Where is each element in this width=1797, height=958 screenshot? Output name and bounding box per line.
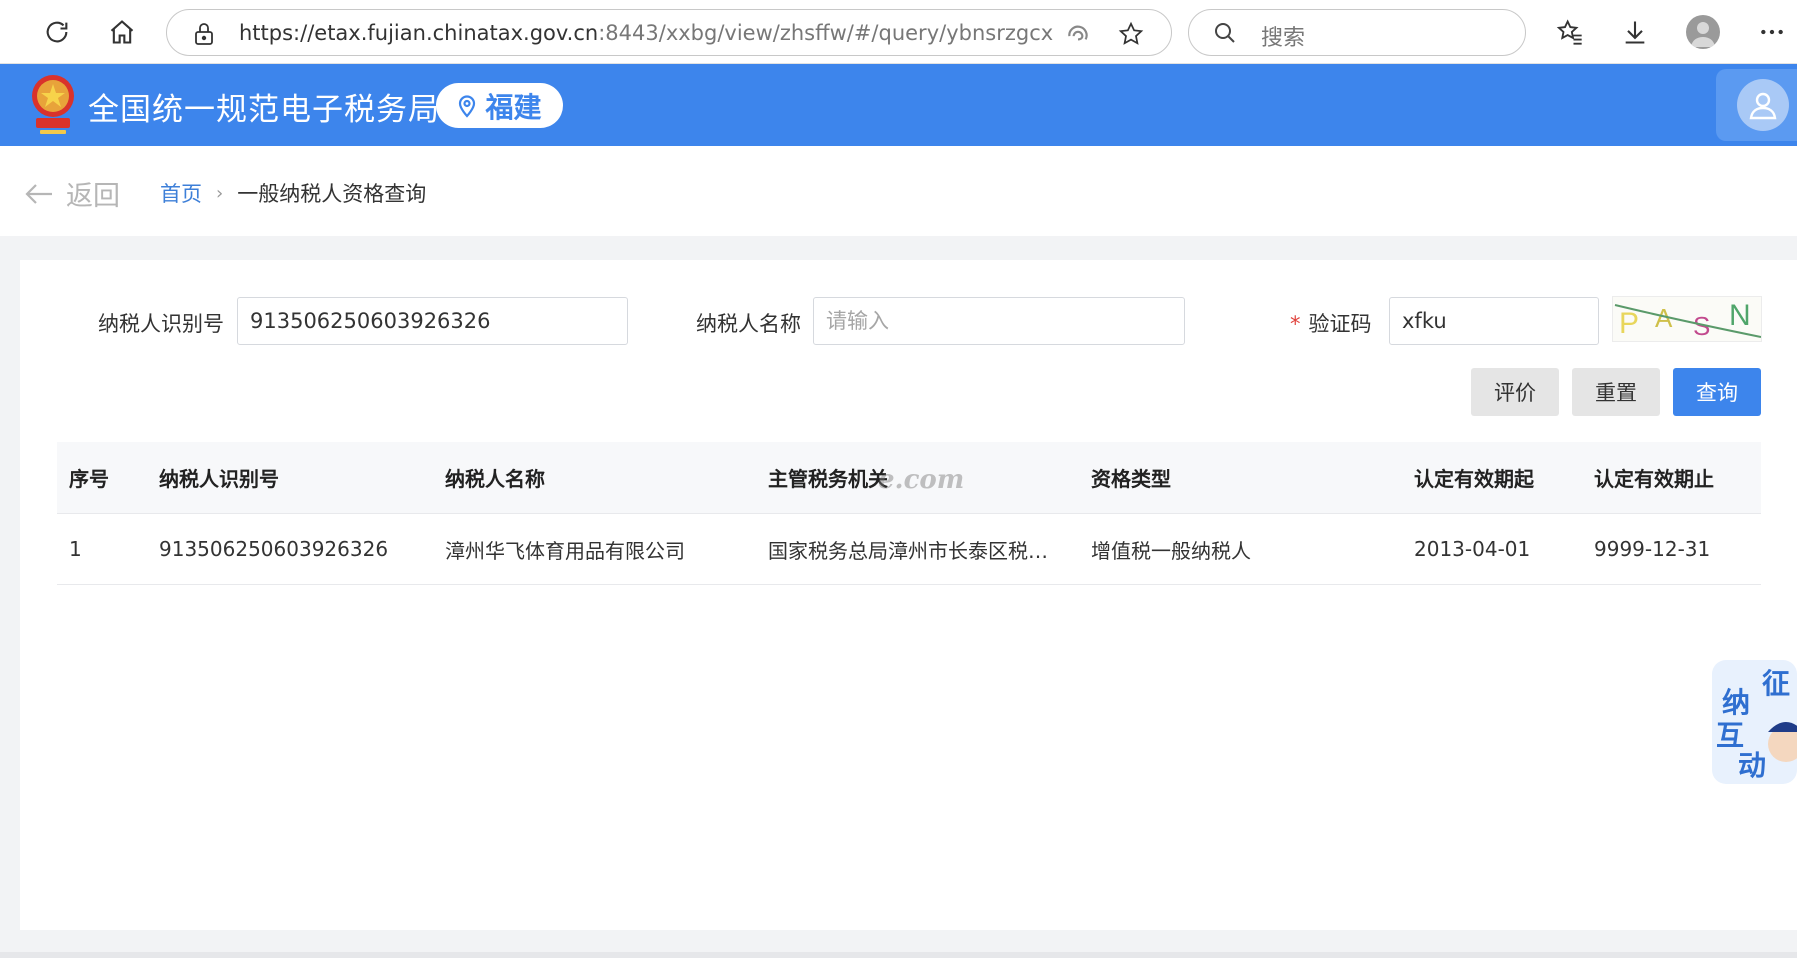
cell-index: 1 bbox=[69, 537, 82, 561]
back-button[interactable]: 返回 bbox=[24, 174, 120, 213]
table-row[interactable]: 1 913506250603926326 漳州华飞体育用品有限公司 国家税务总局… bbox=[57, 514, 1761, 585]
cell-taxpayer-name: 漳州华飞体育用品有限公司 bbox=[445, 538, 685, 563]
cell-tax-id: 913506250603926326 bbox=[159, 537, 389, 561]
tax-id-input[interactable] bbox=[237, 297, 628, 345]
breadcrumb-current: 一般纳税人资格查询 bbox=[237, 182, 427, 206]
cell-qualification-type: 增值税一般纳税人 bbox=[1091, 538, 1251, 563]
required-mark: * bbox=[1290, 312, 1301, 336]
breadcrumb-separator: › bbox=[216, 182, 224, 204]
lock-icon[interactable] bbox=[193, 22, 215, 50]
more-icon[interactable] bbox=[1752, 12, 1792, 52]
results-table: 序号 纳税人识别号 纳税人名称 主管税务机关 资格类型 认定有效期起 认定有效期… bbox=[57, 442, 1761, 585]
captcha-char: P bbox=[1619, 307, 1639, 340]
home-icon[interactable] bbox=[102, 12, 142, 52]
captcha-label: * 验证码 bbox=[1290, 312, 1372, 336]
query-button[interactable]: 查询 bbox=[1673, 368, 1761, 416]
cell-valid-to: 9999-12-31 bbox=[1594, 537, 1711, 561]
captcha-input[interactable] bbox=[1389, 297, 1599, 345]
widget-char: 互 bbox=[1716, 719, 1744, 752]
widget-char: 征 bbox=[1762, 667, 1790, 700]
widget-char: 动 bbox=[1738, 749, 1766, 782]
taxpayer-name-label: 纳税人名称 bbox=[696, 312, 801, 336]
profile-icon[interactable] bbox=[1686, 15, 1720, 49]
breadcrumb: 首页 › 一般纳税人资格查询 bbox=[160, 178, 426, 208]
page-bottom-edge bbox=[0, 952, 1797, 958]
region-selector[interactable]: 福建 bbox=[436, 83, 563, 128]
column-header[interactable]: 序号 bbox=[69, 442, 149, 513]
address-bar[interactable]: https://etax.fujian.chinatax.gov.cn:8443… bbox=[166, 9, 1172, 56]
captcha-image[interactable]: P A S N bbox=[1612, 296, 1762, 342]
tax-interaction-widget[interactable]: 征 纳 互 动 bbox=[1712, 660, 1797, 784]
search-placeholder: 搜索 bbox=[1261, 26, 1306, 51]
reset-button[interactable]: 重置 bbox=[1572, 368, 1660, 416]
column-header[interactable]: 资格类型 bbox=[1091, 442, 1391, 513]
column-header[interactable]: 认定有效期止 bbox=[1594, 442, 1761, 513]
column-header[interactable]: 纳税人识别号 bbox=[159, 442, 429, 513]
region-name: 福建 bbox=[485, 90, 542, 124]
download-icon[interactable] bbox=[1615, 12, 1655, 52]
cell-tax-authority: 国家税务总局漳州市长泰区税… bbox=[768, 538, 1048, 563]
breadcrumb-bar: 返回 首页 › 一般纳税人资格查询 bbox=[0, 146, 1797, 236]
national-emblem-icon bbox=[28, 72, 78, 136]
site-title: 全国统一规范电子税务局 bbox=[88, 92, 440, 128]
captcha-char: N bbox=[1729, 299, 1751, 332]
browser-toolbar: https://etax.fujian.chinatax.gov.cn:8443… bbox=[0, 0, 1797, 64]
column-header[interactable]: 认定有效期起 bbox=[1414, 442, 1584, 513]
favorites-icon[interactable] bbox=[1550, 12, 1590, 52]
search-icon bbox=[1213, 21, 1237, 49]
rate-button[interactable]: 评价 bbox=[1471, 368, 1559, 416]
edge-icon[interactable] bbox=[1065, 21, 1091, 51]
column-header[interactable]: 纳税人名称 bbox=[445, 442, 745, 513]
watermark-text: e.com bbox=[878, 465, 965, 495]
breadcrumb-home-link[interactable]: 首页 bbox=[160, 178, 202, 208]
app-header: 全国统一规范电子税务局 福建 bbox=[0, 64, 1797, 146]
refresh-icon[interactable] bbox=[37, 12, 77, 52]
location-pin-icon bbox=[459, 94, 476, 118]
url-text: https://etax.fujian.chinatax.gov.cn:8443… bbox=[239, 21, 1054, 45]
tax-id-label: 纳税人识别号 bbox=[98, 312, 224, 336]
back-label: 返回 bbox=[66, 181, 120, 212]
widget-char: 纳 bbox=[1722, 686, 1750, 719]
star-icon[interactable] bbox=[1118, 21, 1144, 51]
query-card: 纳税人识别号 纳税人名称 *验证码 P A S N 评价 重置 查询 序号 纳税… bbox=[20, 260, 1797, 930]
user-account-button[interactable] bbox=[1716, 69, 1797, 141]
browser-search-box[interactable]: 搜索 bbox=[1188, 9, 1526, 56]
arrow-left-icon bbox=[25, 183, 52, 204]
user-icon bbox=[1737, 79, 1789, 131]
taxpayer-name-input[interactable] bbox=[813, 297, 1185, 345]
cell-valid-from: 2013-04-01 bbox=[1414, 537, 1531, 561]
